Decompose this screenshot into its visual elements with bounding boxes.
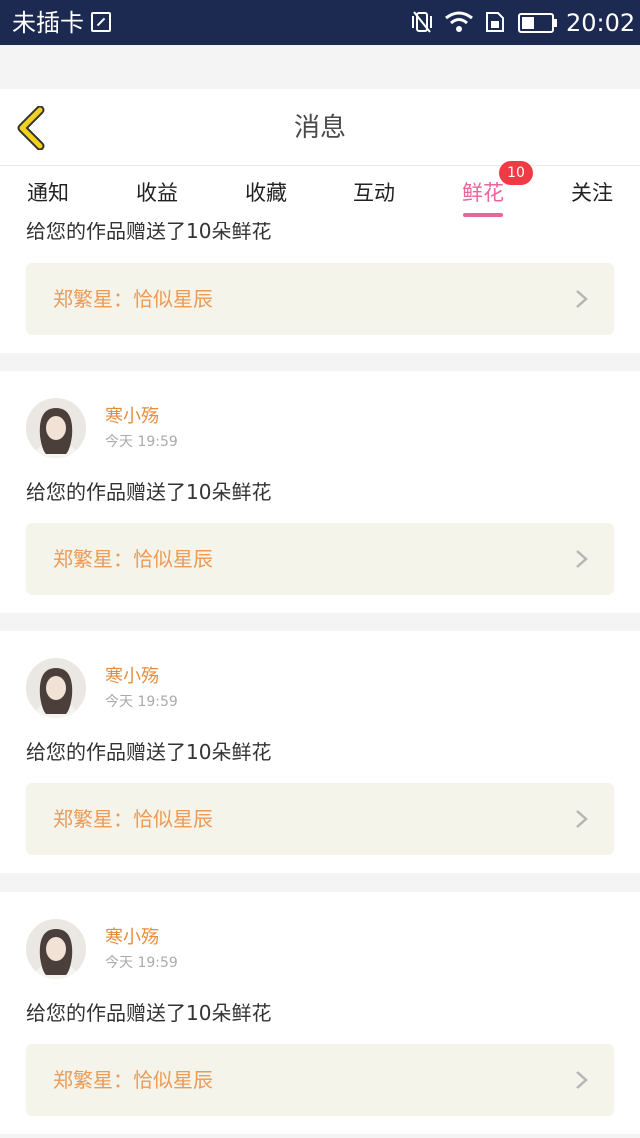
tab-interactions[interactable]: 互动 xyxy=(334,178,414,208)
sim-data-icon xyxy=(486,12,504,32)
tab-bar: 通知 收益 收藏 互动 鲜花 关注 xyxy=(0,166,640,222)
carrier-label: 未插卡 xyxy=(12,9,84,37)
chevron-right-icon xyxy=(576,550,588,568)
avatar[interactable] xyxy=(26,398,86,458)
timestamp: 今天 19:59 xyxy=(105,434,178,450)
work-link[interactable]: 郑繁星：恰似星辰 xyxy=(26,263,614,335)
no-sim-icon xyxy=(91,12,111,32)
chevron-right-icon xyxy=(576,290,588,308)
flowers-unread-badge: 10 xyxy=(499,161,533,185)
battery-icon xyxy=(518,13,557,33)
work-link[interactable]: 郑繁星：恰似星辰 xyxy=(26,1044,614,1116)
message-card: 寒小殇 今天 19:59 给您的作品赠送了10朵鲜花 郑繁星：恰似星辰 xyxy=(0,631,640,873)
top-spacer xyxy=(0,45,640,89)
sender-name[interactable]: 寒小殇 xyxy=(105,665,159,689)
sender-name[interactable]: 寒小殇 xyxy=(105,926,159,950)
timestamp: 今天 19:59 xyxy=(105,694,178,710)
work-link[interactable]: 郑繁星：恰似星辰 xyxy=(26,783,614,855)
work-title: 郑繁星：恰似星辰 xyxy=(53,807,213,831)
chevron-right-icon xyxy=(576,1071,588,1089)
work-title: 郑繁星：恰似星辰 xyxy=(53,1068,213,1092)
sender-name[interactable]: 寒小殇 xyxy=(105,405,159,429)
tab-favorites[interactable]: 收藏 xyxy=(226,178,306,208)
clock: 20:02 xyxy=(566,9,636,37)
message-card: 寒小殇 今天 19:59 给您的作品赠送了10朵鲜花 郑繁星：恰似星辰 xyxy=(0,371,640,613)
tab-earnings[interactable]: 收益 xyxy=(117,178,197,208)
tab-notifications[interactable]: 通知 xyxy=(8,178,88,208)
message-card: 给您的作品赠送了10朵鲜花 郑繁星：恰似星辰 xyxy=(0,222,640,353)
vibrate-off-icon xyxy=(412,11,432,33)
active-tab-indicator xyxy=(463,213,503,217)
work-link[interactable]: 郑繁星：恰似星辰 xyxy=(26,523,614,595)
wifi-icon xyxy=(445,11,473,32)
message-card: 寒小殇 今天 19:59 给您的作品赠送了10朵鲜花 郑繁星：恰似星辰 xyxy=(0,892,640,1134)
app-header: 消息 xyxy=(0,89,640,166)
work-title: 郑繁星：恰似星辰 xyxy=(53,547,213,571)
page-title: 消息 xyxy=(293,113,346,143)
work-title: 郑繁星：恰似星辰 xyxy=(53,287,213,311)
tab-flowers-label: 鲜花 xyxy=(462,181,504,205)
message-text: 给您的作品赠送了10朵鲜花 xyxy=(26,740,272,764)
timestamp: 今天 19:59 xyxy=(105,955,178,971)
chevron-right-icon xyxy=(576,810,588,828)
status-bar: 未插卡 20:02 xyxy=(0,0,640,45)
message-list[interactable]: 给您的作品赠送了10朵鲜花 郑繁星：恰似星辰 寒小殇 今天 19:59 给您的作… xyxy=(0,222,640,1138)
message-text: 给您的作品赠送了10朵鲜花 xyxy=(26,1001,272,1025)
avatar[interactable] xyxy=(26,919,86,979)
tab-following[interactable]: 关注 xyxy=(552,178,632,208)
message-text: 给您的作品赠送了10朵鲜花 xyxy=(26,222,272,243)
avatar[interactable] xyxy=(26,658,86,718)
message-text: 给您的作品赠送了10朵鲜花 xyxy=(26,480,272,504)
